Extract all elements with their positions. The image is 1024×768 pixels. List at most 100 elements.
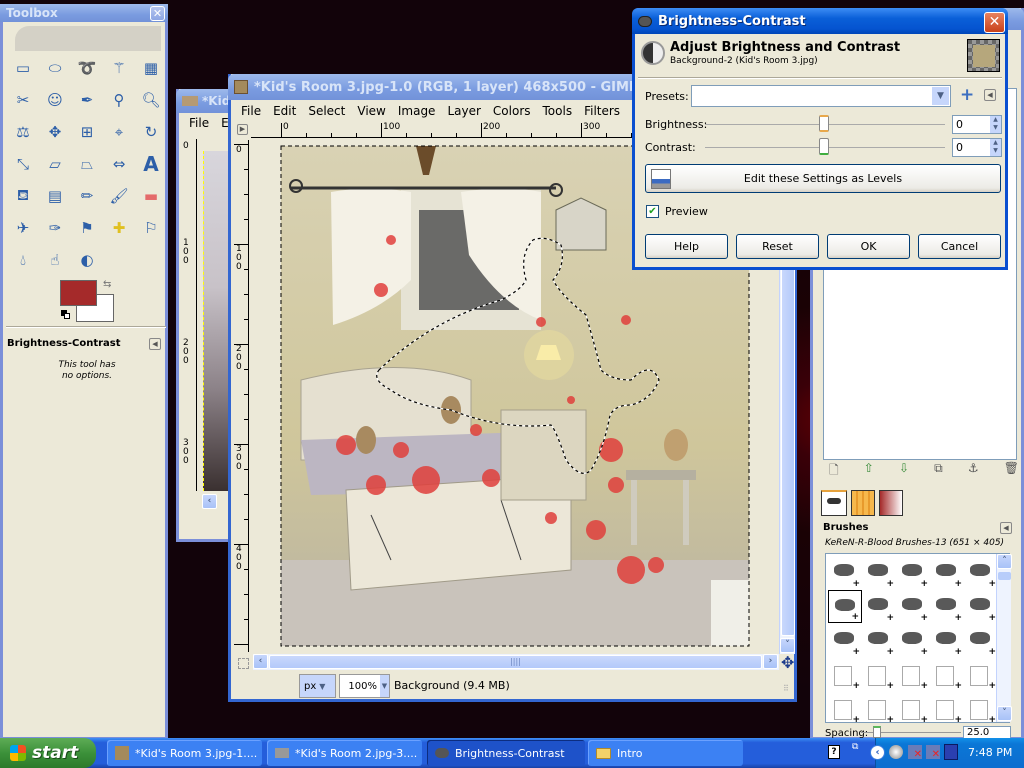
resize-grip[interactable]: ⠿ <box>783 684 789 693</box>
scroll-right-arrow[interactable]: › <box>763 654 778 669</box>
brush-cell[interactable]: + <box>964 590 998 623</box>
brush-grid[interactable]: + + + + + + + + + + + + + + + + + + + + + + + + + <box>825 553 1010 723</box>
edit-as-levels-button[interactable]: Edit these Settings as Levels <box>645 164 1001 193</box>
brush-cell[interactable]: + <box>828 658 862 691</box>
tool-crop[interactable]: ⌖ <box>105 118 133 146</box>
brush-cell[interactable]: + <box>828 624 862 657</box>
tool-eraser[interactable]: ▬ <box>137 182 165 210</box>
brush-cell[interactable]: + <box>964 624 998 657</box>
tool-dodge-burn[interactable]: ◐ <box>73 246 101 274</box>
default-colors-icon[interactable] <box>61 310 71 320</box>
brush-cell[interactable]: + <box>930 556 964 589</box>
brush-cell[interactable]: + <box>862 658 896 691</box>
brush-cell[interactable]: + <box>964 692 998 722</box>
tool-smudge[interactable]: ☝ <box>41 246 69 274</box>
menu-view[interactable]: View <box>351 104 391 118</box>
brush-cell[interactable]: + <box>896 590 930 623</box>
quick-mask-menu-button[interactable]: ▶ <box>237 124 248 135</box>
back-window-titlebar[interactable]: *Kid <box>176 89 236 113</box>
brushes-scroll-thumb[interactable] <box>998 572 1011 580</box>
preview-label[interactable]: Preview <box>665 205 708 218</box>
brush-cell[interactable]: + <box>930 658 964 691</box>
menu-layer[interactable]: Layer <box>441 104 486 118</box>
image-horizontal-scrollbar[interactable]: ‹ |||| › <box>253 654 779 670</box>
duplicate-layer-icon[interactable]: ⧉ <box>934 461 943 479</box>
dialog-titlebar[interactable]: Brightness-Contrast <box>632 8 1008 34</box>
brush-cell[interactable]: + <box>862 692 896 722</box>
contrast-spinbox[interactable]: 0 ▲ ▼ <box>952 138 1002 157</box>
brush-cell[interactable]: + <box>828 556 862 589</box>
brush-cell[interactable]: + <box>930 624 964 657</box>
menu-tools[interactable]: Tools <box>537 104 579 118</box>
toolbox-titlebar[interactable]: Toolbox <box>0 4 168 22</box>
help-tray-icon[interactable]: ? <box>828 745 840 759</box>
tool-perspective[interactable]: ⏢ <box>73 150 101 178</box>
brush-cell[interactable]: + <box>862 624 896 657</box>
brightness-slider-handle[interactable] <box>819 115 829 132</box>
tray-device-icon[interactable] <box>944 744 958 760</box>
taskbar-item-brightness-contrast[interactable]: Brightness-Contrast <box>427 740 585 766</box>
tool-perspective-clone[interactable]: ⚐ <box>137 214 165 242</box>
dialog-close-button[interactable]: ✕ <box>984 12 1005 33</box>
tool-align[interactable]: ⊞ <box>73 118 101 146</box>
lower-layer-icon[interactable]: ⇩ <box>899 461 909 479</box>
reset-button[interactable]: Reset <box>736 234 819 259</box>
tool-move[interactable]: ✥ <box>41 118 69 146</box>
swap-colors-icon[interactable]: ⇆ <box>103 279 111 290</box>
menu-filters[interactable]: Filters <box>578 104 626 118</box>
brush-cell[interactable]: + <box>896 658 930 691</box>
presets-menu-button[interactable]: ◀ <box>984 89 996 101</box>
tool-fuzzy-select[interactable]: ⚚ <box>105 54 133 82</box>
zoom-selector[interactable]: 100% ▼ <box>339 674 390 698</box>
tool-color-picker[interactable]: ⚲ <box>105 86 133 114</box>
menu-colors[interactable]: Colors <box>487 104 537 118</box>
brush-cell[interactable]: + <box>964 658 998 691</box>
brush-cell[interactable]: + <box>862 590 896 623</box>
brush-cell[interactable]: + <box>896 624 930 657</box>
brush-cell[interactable]: + <box>828 692 862 722</box>
tool-flip[interactable]: ⇔ <box>105 150 133 178</box>
toolbox-close-button[interactable]: ✕ <box>150 6 165 21</box>
tool-clone[interactable]: ⚑ <box>73 214 101 242</box>
tab-gradients[interactable] <box>879 490 903 516</box>
network-disconnected-icon-2[interactable]: ✕ <box>926 745 940 760</box>
tray-app-icon[interactable] <box>889 745 903 759</box>
cancel-button[interactable]: Cancel <box>918 234 1001 259</box>
brush-cell[interactable]: + <box>862 556 896 589</box>
tool-blend[interactable]: ▤ <box>41 182 69 210</box>
brushes-scroll-down[interactable]: ˅ <box>997 706 1012 721</box>
menu-file[interactable]: File <box>235 104 267 118</box>
taskbar-item-intro[interactable]: Intro <box>588 740 743 766</box>
tab-patterns[interactable] <box>851 490 875 516</box>
taskbar-item-kids-room-2[interactable]: *Kid's Room 2.jpg-3.... <box>267 740 422 766</box>
tool-airbrush[interactable]: ✈ <box>9 214 37 242</box>
brush-cell[interactable]: + <box>930 590 964 623</box>
menu-image[interactable]: Image <box>392 104 442 118</box>
delete-layer-icon[interactable]: 🗑︎ <box>1004 461 1019 479</box>
unit-selector[interactable]: px ▼ <box>299 674 336 698</box>
brushes-scroll-up[interactable]: ˄ <box>997 554 1012 569</box>
tool-paintbrush[interactable]: 🖌︎ <box>105 182 133 210</box>
brightness-spinbox[interactable]: 0 ▲ ▼ <box>952 115 1002 134</box>
tool-paths[interactable]: ✒ <box>73 86 101 114</box>
clock[interactable]: 7:48 PM <box>968 746 1012 759</box>
tool-ink[interactable]: ✑ <box>41 214 69 242</box>
brushes-menu-button[interactable]: ◀ <box>1000 522 1012 534</box>
tool-rect-select[interactable]: ▭ <box>9 54 37 82</box>
brush-cell[interactable]: + <box>964 556 998 589</box>
tool-zoom[interactable]: 🔍︎ <box>137 86 165 114</box>
help-button[interactable]: Help <box>645 234 728 259</box>
tool-foreground-select[interactable]: ☺ <box>41 86 69 114</box>
tool-text[interactable]: A <box>137 150 165 178</box>
back-scroll-left[interactable]: ‹ <box>202 494 217 509</box>
tool-select-by-color[interactable]: ▦ <box>137 54 165 82</box>
tool-measure[interactable]: ⚖ <box>9 118 37 146</box>
add-preset-icon[interactable]: + <box>960 85 974 105</box>
brush-cell[interactable]: + <box>896 692 930 722</box>
scroll-left-arrow[interactable]: ‹ <box>253 654 268 669</box>
tool-blur-sharpen[interactable]: 💧︎ <box>9 246 37 274</box>
brush-cell[interactable]: + <box>896 556 930 589</box>
raise-layer-icon[interactable]: ⇧ <box>864 461 874 479</box>
foreground-color-swatch[interactable] <box>60 280 97 306</box>
tool-ellipse-select[interactable]: ⬭ <box>41 54 69 82</box>
